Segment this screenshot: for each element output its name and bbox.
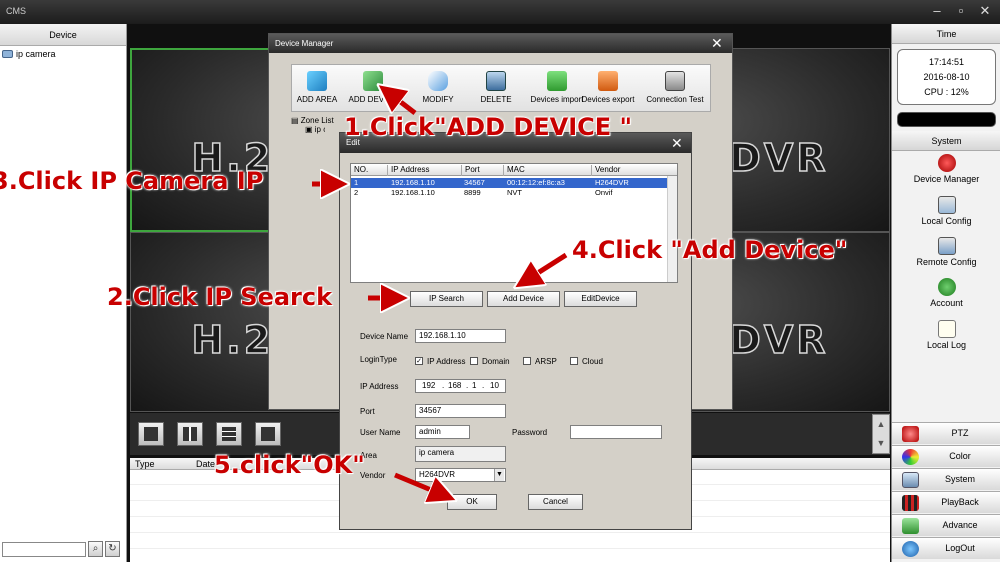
annotation-step2: 2.Click IP Searck [107,283,333,311]
annotation-step4: 4.Click "Add Device" [572,236,848,264]
arrow-add-device [385,90,417,115]
arrow-add-device-btn [522,252,568,283]
annotation-arrows [312,0,568,562]
annotation-step3: 3.Click IP Camera IP [0,167,264,195]
annotation-step1: 1.Click"ADD DEVICE " [344,113,633,141]
annotation-step5: 5.click"OK" [214,451,365,479]
arrow-ok [394,472,448,497]
